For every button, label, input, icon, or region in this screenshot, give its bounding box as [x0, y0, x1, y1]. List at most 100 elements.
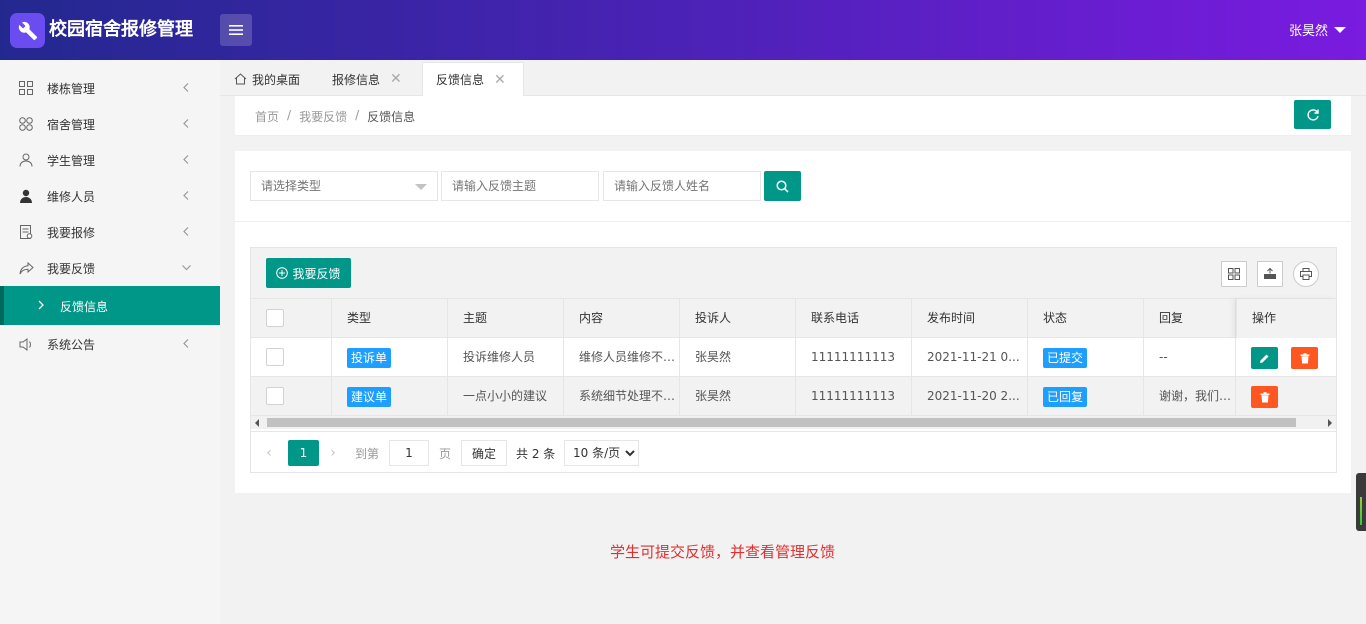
- sidebar-subitem-feedback-info[interactable]: 反馈信息: [0, 286, 220, 325]
- top-header: 校园宿舍报修管理 张昊然: [0, 0, 1366, 60]
- home-icon: [234, 73, 247, 85]
- goto-page-input[interactable]: [389, 440, 429, 466]
- row-checkbox[interactable]: [266, 387, 284, 405]
- chevron-left-icon: [183, 83, 189, 92]
- add-feedback-label: 我要反馈: [292, 266, 341, 281]
- type-cell: 建议单: [332, 377, 448, 415]
- table-row[interactable]: 建议单 一点小小的建议 系统细节处理不够好 张昊然 11111111113 20…: [251, 377, 1336, 416]
- tabs-bar: 我的桌面 报修信息 ✕ 反馈信息 ✕: [220, 60, 1366, 96]
- close-icon[interactable]: ✕: [390, 71, 402, 87]
- reply-cell: 谢谢，我们将...: [1144, 377, 1236, 415]
- total-count: 共 2 条: [516, 447, 556, 461]
- chevron-left-icon: [183, 119, 189, 128]
- breadcrumb: 首页 / 我要反馈 / 反馈信息: [255, 108, 415, 125]
- columns-filter-button[interactable]: [1221, 261, 1247, 287]
- feedback-table: 我要反馈 类型 主题 内容 投诉人 联系电话 发布时间 状态 回复 操作 投诉单…: [250, 247, 1337, 473]
- speaker-icon: [18, 336, 34, 352]
- current-page[interactable]: 1: [288, 440, 319, 466]
- flower-icon: [18, 116, 34, 132]
- sidebar-item-report-repair[interactable]: 我要报修: [0, 214, 220, 250]
- select-all-cell: [251, 299, 332, 338]
- column-header[interactable]: 发布时间: [912, 299, 1028, 338]
- close-icon[interactable]: ✕: [494, 72, 506, 88]
- sidebar-item-label: 我要报修: [47, 225, 96, 240]
- add-feedback-button[interactable]: 我要反馈: [266, 258, 351, 288]
- print-button[interactable]: [1293, 261, 1319, 287]
- active-marker: [0, 286, 4, 325]
- type-select[interactable]: 请选择类型: [250, 171, 438, 201]
- column-header[interactable]: 回复: [1144, 299, 1236, 338]
- search-icon: [776, 179, 789, 193]
- grid-icon: [18, 80, 34, 96]
- sidebar-item-feedback[interactable]: 我要反馈: [0, 250, 220, 286]
- scroll-left-icon[interactable]: [255, 419, 259, 427]
- scroll-right-icon[interactable]: [1328, 419, 1332, 427]
- main-panel: 请选择类型 我要反馈: [235, 151, 1351, 493]
- scrollbar-thumb[interactable]: [267, 418, 1296, 427]
- status-cell: 已回复: [1028, 377, 1144, 415]
- column-header[interactable]: 状态: [1028, 299, 1144, 338]
- sidebar-item-label: 学生管理: [47, 153, 96, 168]
- subject-input[interactable]: [441, 171, 599, 201]
- column-header[interactable]: 联系电话: [796, 299, 912, 338]
- search-button[interactable]: [764, 171, 801, 201]
- row-select-cell: [251, 338, 332, 376]
- sidebar-item-dorms[interactable]: 宿舍管理: [0, 106, 220, 142]
- chevron-left-icon: [183, 227, 189, 236]
- side-widget[interactable]: [1356, 473, 1366, 531]
- tab-home[interactable]: 我的桌面: [234, 62, 300, 96]
- columns-icon: [1228, 268, 1240, 280]
- tab-repair-info[interactable]: 报修信息 ✕: [332, 62, 402, 96]
- chevron-left-icon: [183, 339, 189, 348]
- content-cell: 维修人员维修不及时: [564, 338, 680, 376]
- form-icon: [18, 224, 34, 240]
- sidebar: 楼栋管理 宿舍管理 学生管理 维修人员 我要报修 我要反馈 反馈信息 系统公告: [0, 60, 220, 624]
- select-all-checkbox[interactable]: [266, 309, 284, 327]
- menu-toggle-button[interactable]: [220, 14, 252, 46]
- status-cell: 已提交: [1028, 338, 1144, 376]
- time-cell: 2021-11-21 0...: [912, 338, 1028, 376]
- column-header[interactable]: 内容: [564, 299, 680, 338]
- edit-button[interactable]: [1251, 347, 1278, 369]
- reporter-name-input[interactable]: [603, 171, 761, 201]
- complainant-cell: 张昊然: [680, 377, 796, 415]
- delete-button[interactable]: [1291, 347, 1318, 369]
- chevron-left-icon: [183, 155, 189, 164]
- operations-cell: [1236, 338, 1336, 376]
- column-header[interactable]: 主题: [448, 299, 564, 338]
- column-header[interactable]: 类型: [332, 299, 448, 338]
- horizontal-scrollbar[interactable]: [251, 416, 1336, 429]
- trash-icon: [1260, 391, 1269, 402]
- export-button[interactable]: [1257, 261, 1283, 287]
- sidebar-item-repair-staff[interactable]: 维修人员: [0, 178, 220, 214]
- row-select-cell: [251, 377, 332, 415]
- reply-cell: --: [1144, 338, 1236, 376]
- column-header[interactable]: 投诉人: [680, 299, 796, 338]
- trash-icon: [1300, 352, 1309, 363]
- prev-page-button[interactable]: ‹: [259, 440, 279, 466]
- user-menu[interactable]: 张昊然: [1289, 20, 1346, 39]
- breadcrumb-current: 反馈信息: [367, 110, 416, 124]
- sidebar-item-buildings[interactable]: 楼栋管理: [0, 70, 220, 106]
- breadcrumb-feedback[interactable]: 我要反馈: [299, 108, 347, 125]
- tab-feedback-info[interactable]: 反馈信息 ✕: [422, 62, 524, 96]
- user-name: 张昊然: [1288, 24, 1328, 39]
- print-icon: [1300, 268, 1312, 280]
- sidebar-item-label: 宿舍管理: [47, 117, 96, 132]
- next-page-button[interactable]: ›: [323, 440, 343, 466]
- app-title: 校园宿舍报修管理: [49, 19, 193, 40]
- tab-label: 报修信息: [332, 72, 381, 87]
- time-cell: 2021-11-20 2...: [912, 377, 1028, 415]
- goto-confirm-button[interactable]: 确定: [461, 440, 507, 466]
- breadcrumb-home[interactable]: 首页: [255, 108, 279, 125]
- sidebar-subitem-label: 反馈信息: [60, 300, 109, 314]
- sidebar-item-students[interactable]: 学生管理: [0, 142, 220, 178]
- breadcrumb-panel: 首页 / 我要反馈 / 反馈信息: [235, 96, 1351, 136]
- row-checkbox[interactable]: [266, 348, 284, 366]
- sidebar-item-announcements[interactable]: 系统公告: [0, 326, 220, 362]
- tab-label: 我的桌面: [252, 72, 301, 87]
- table-row[interactable]: 投诉单 投诉维修人员 维修人员维修不及时 张昊然 11111111113 202…: [251, 338, 1336, 377]
- delete-button[interactable]: [1251, 386, 1278, 408]
- page-size-select[interactable]: 10 条/页: [564, 440, 639, 466]
- refresh-button[interactable]: [1294, 100, 1331, 129]
